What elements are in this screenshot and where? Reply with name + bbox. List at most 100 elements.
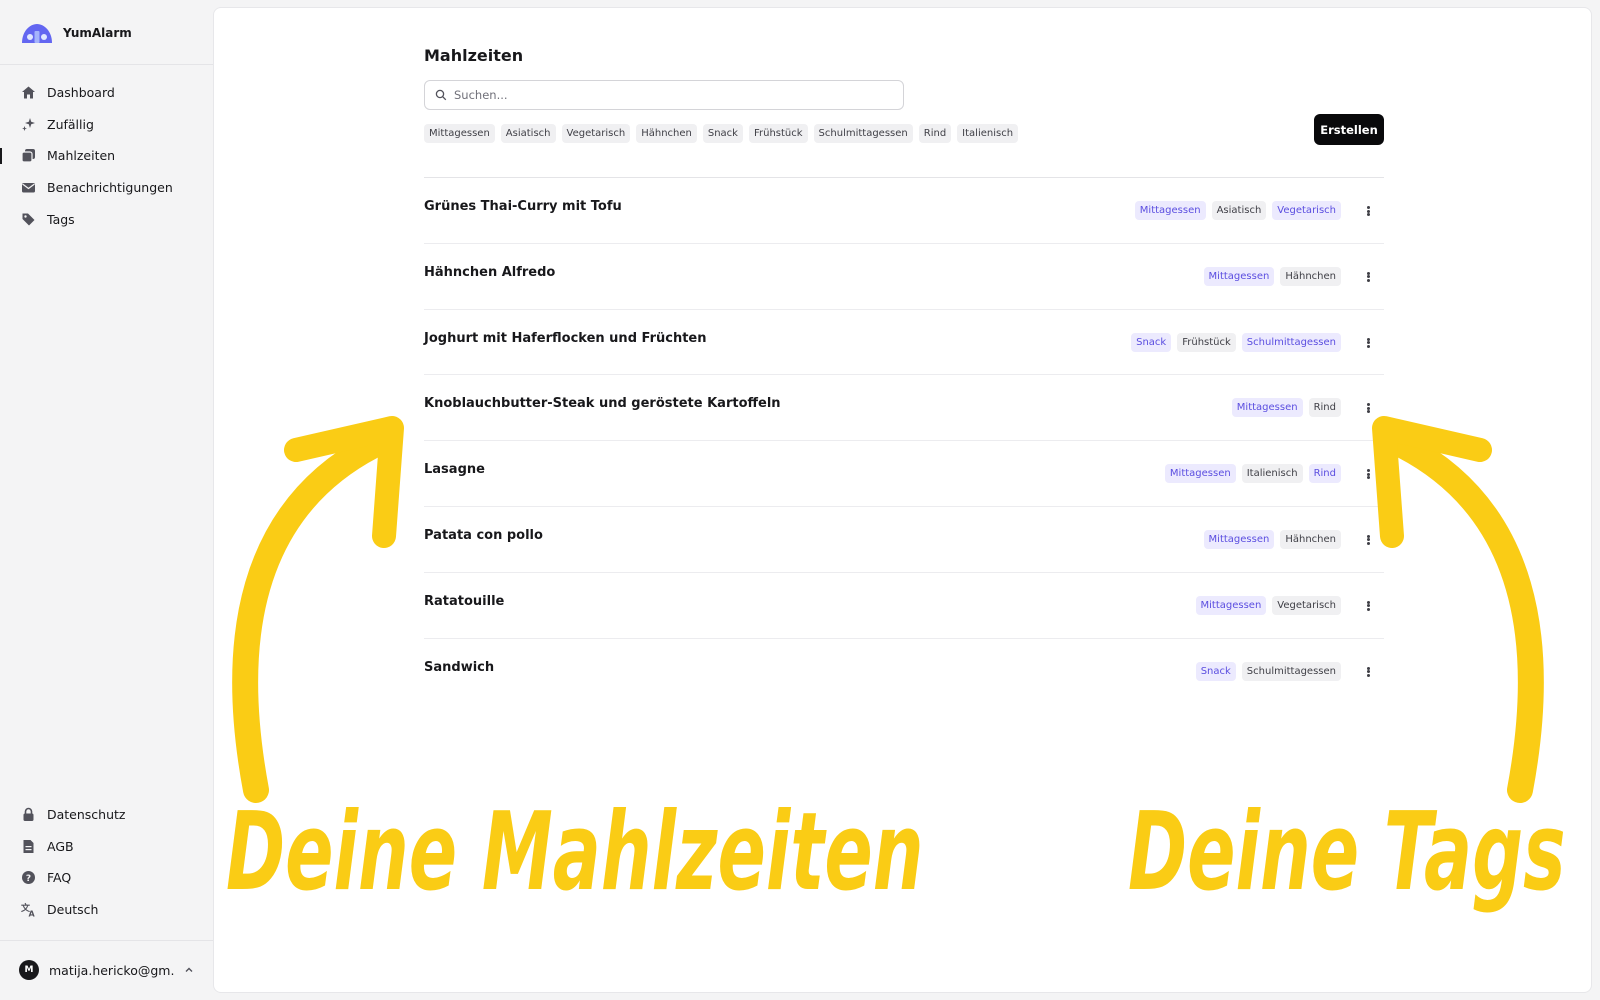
meal-tags: Mittagessen Vegetarisch (1195, 595, 1341, 615)
meal-tag: Frühstück (1177, 332, 1236, 352)
meal-tag: Rind (1308, 464, 1341, 484)
document-icon (21, 839, 36, 854)
search-icon (435, 89, 447, 101)
meal-row[interactable]: Joghurt mit Haferflocken und Früchten Sna… (424, 310, 1384, 376)
meal-list: Grünes Thai-Curry mit Tofu Mittagessen Asi… (424, 178, 1384, 704)
chevron-up-icon (185, 967, 193, 972)
filter-tag[interactable]: Mittagessen (424, 124, 495, 143)
filter-tag[interactable]: Snack (702, 124, 743, 143)
search-input[interactable] (454, 88, 874, 102)
brand[interactable]: YumAlarm (20, 20, 132, 46)
sidebar-item-mahlzeiten[interactable]: Mahlzeiten (0, 140, 213, 172)
meal-name[interactable]: Grünes Thai-Curry mit Tofu (424, 199, 622, 214)
more-options-icon[interactable] (1365, 466, 1371, 482)
sidebar-nav: Dashboard Zufällig Mahlzeiten Benachrichtig… (0, 77, 213, 235)
meal-row[interactable]: Grünes Thai-Curry mit Tofu Mittagessen Asi… (424, 178, 1384, 244)
meal-name[interactable]: Lasagne (424, 462, 485, 477)
meal-tags: Mittagessen Rind (1231, 398, 1341, 418)
meal-name[interactable]: Ratatouille (424, 594, 504, 609)
sidebar: YumAlarm Dashboard Zufällig Mahlzeiten Bena… (0, 0, 213, 1000)
meal-tag: Snack (1131, 332, 1172, 352)
sidebar-item-label: AGB (47, 838, 74, 854)
meal-row[interactable]: Ratatouille Mittagessen Vegetarisch (424, 573, 1384, 639)
help-icon: ? (21, 870, 36, 885)
meal-row[interactable]: Knoblauchbutter-Steak und geröstete Kart… (424, 375, 1384, 442)
more-options-icon[interactable] (1365, 269, 1371, 285)
meal-tag: Vegetarisch (1272, 595, 1341, 615)
filter-tag[interactable]: Frühstück (748, 124, 808, 143)
sparkles-icon (21, 117, 36, 132)
meal-tag: Italienisch (1241, 464, 1303, 484)
meal-tag: Asiatisch (1211, 201, 1267, 220)
logo-icon (22, 24, 52, 43)
filter-tag[interactable]: Hähnchen (636, 124, 697, 143)
meal-tag: Vegetarisch (1272, 201, 1341, 220)
meal-row[interactable]: Hähnchen Alfredo Mittagessen Hähnchen (424, 244, 1384, 310)
more-options-icon[interactable] (1365, 335, 1371, 351)
meal-tag: Schulmittagessen (1241, 332, 1341, 352)
meal-tag: Hähnchen (1280, 529, 1341, 549)
meal-name[interactable]: Sandwich (424, 660, 494, 675)
sidebar-item-label: Benachrichtigungen (47, 180, 173, 196)
filter-tag[interactable]: Schulmittagessen (813, 124, 913, 143)
sidebar-item-label: Deutsch (47, 902, 99, 918)
filter-tag[interactable]: Italienisch (957, 124, 1019, 143)
more-options-icon[interactable] (1365, 532, 1371, 548)
user-email: matija.hericko@gm... (49, 962, 174, 978)
sidebar-item-zuf-llig[interactable]: Zufällig (0, 109, 213, 141)
mail-icon (21, 180, 36, 195)
create-button[interactable]: Erstellen (1314, 114, 1384, 145)
meal-tag: Mittagessen (1231, 398, 1303, 418)
filter-tag[interactable]: Asiatisch (500, 124, 556, 143)
filter-tags: Mittagessen Asiatisch Vegetarisch Hähnchen S… (424, 124, 1019, 143)
home-icon (21, 85, 36, 100)
meal-tag: Hähnchen (1280, 266, 1341, 286)
sidebar-item-datenschutz[interactable]: Datenschutz (0, 799, 213, 831)
meal-row[interactable]: Sandwich Snack Schulmittagessen (424, 639, 1384, 705)
meal-tag: Rind (1308, 398, 1341, 418)
meal-row[interactable]: Patata con pollo Mittagessen Hähnchen (424, 507, 1384, 573)
translate-icon: 文A (21, 902, 36, 917)
sidebar-item-label: Mahlzeiten (47, 148, 116, 164)
user-menu[interactable]: M matija.hericko@gm... (19, 958, 194, 982)
meal-tag: Schulmittagessen (1241, 661, 1341, 681)
meal-tags: Mittagessen Italienisch Rind (1164, 464, 1341, 484)
more-options-icon[interactable] (1365, 598, 1371, 614)
sidebar-footer-nav: Datenschutz AGB ? FAQ 文 A Deutsch (0, 799, 213, 925)
meal-tag: Mittagessen (1195, 595, 1267, 615)
sidebar-item-faq[interactable]: ? FAQ (0, 862, 213, 894)
sidebar-item-tags[interactable]: Tags (0, 203, 213, 235)
meal-name[interactable]: Hähnchen Alfredo (424, 265, 555, 280)
search-box[interactable] (424, 80, 904, 110)
sidebar-item-agb[interactable]: AGB (0, 831, 213, 863)
meal-tag: Mittagessen (1203, 266, 1275, 286)
sidebar-item-deutsch[interactable]: 文 A Deutsch (0, 894, 213, 926)
more-options-icon[interactable] (1365, 203, 1371, 219)
sidebar-item-label: Datenschutz (47, 807, 126, 823)
more-options-icon[interactable] (1365, 664, 1371, 680)
meal-name[interactable]: Patata con pollo (424, 528, 543, 543)
filter-tag[interactable]: Vegetarisch (561, 124, 631, 143)
sidebar-item-label: Dashboard (47, 85, 115, 101)
filter-tag[interactable]: Rind (918, 124, 952, 143)
tag-icon (21, 212, 36, 227)
meal-name[interactable]: Knoblauchbutter-Steak und geröstete Kart… (424, 396, 781, 411)
app-name: YumAlarm (63, 26, 132, 40)
meal-tag: Mittagessen (1164, 464, 1236, 484)
sidebar-item-label: Zufällig (47, 116, 94, 132)
meal-tags: Mittagessen Asiatisch Vegetarisch (1134, 201, 1341, 220)
sidebar-item-benachrichtigungen[interactable]: Benachrichtigungen (0, 172, 213, 204)
svg-text:?: ? (26, 874, 31, 884)
meal-tags: Mittagessen Hähnchen (1203, 266, 1341, 286)
meal-tag: Mittagessen (1203, 529, 1275, 549)
meal-tags: Snack Frühstück Schulmittagessen (1131, 332, 1341, 352)
page-title: Mahlzeiten (424, 46, 524, 65)
sidebar-item-dashboard[interactable]: Dashboard (0, 77, 213, 109)
meal-tag: Snack (1195, 661, 1236, 681)
meal-tag: Mittagessen (1134, 201, 1206, 220)
meal-tags: Mittagessen Hähnchen (1203, 529, 1341, 549)
sidebar-item-label: Tags (47, 211, 75, 227)
more-options-icon[interactable] (1365, 400, 1371, 416)
meal-name[interactable]: Joghurt mit Haferflocken und Früchten (424, 331, 706, 346)
meal-row[interactable]: Lasagne Mittagessen Italienisch Rind (424, 441, 1384, 507)
